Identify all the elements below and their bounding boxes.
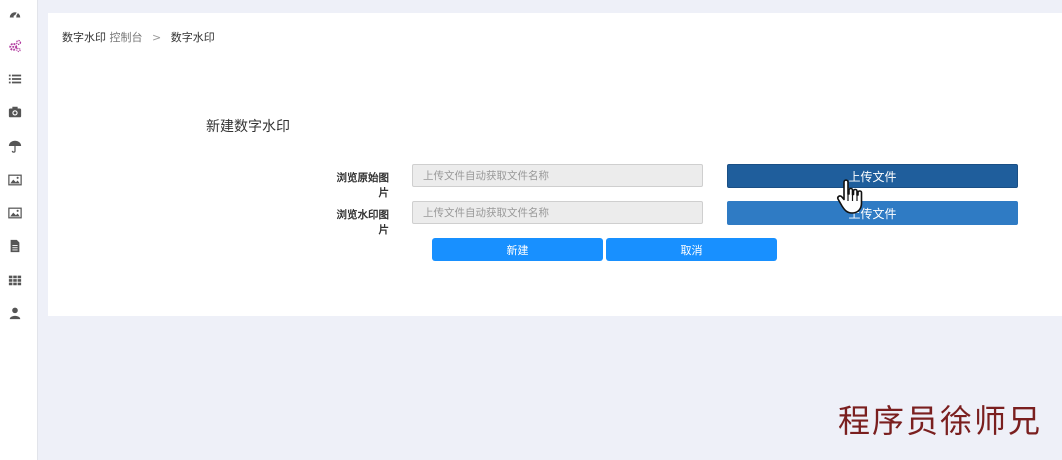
original-image-field[interactable] (412, 164, 703, 187)
breadcrumb-current: 数字水印 (170, 31, 215, 44)
top-strip (38, 0, 1062, 12)
breadcrumb-console[interactable]: 控制台 (110, 31, 143, 44)
watermark-image-field[interactable] (412, 201, 703, 224)
umbrella-icon[interactable] (7, 138, 23, 154)
original-image-label: 浏览原始图片 (336, 172, 390, 199)
upload-original-button[interactable]: 上传文件 (727, 164, 1018, 188)
main-panel: 数字水印 控制台 > 数字水印 新建数字水印 浏览原始图片 上传文件 浏览水印图… (48, 13, 1062, 316)
picture-icon[interactable] (7, 172, 23, 188)
cogs-icon[interactable] (7, 38, 23, 54)
watermark-image-label: 浏览水印图片 (336, 209, 390, 236)
cancel-button[interactable]: 取消 (606, 238, 777, 261)
create-button[interactable]: 新建 (432, 238, 603, 261)
breadcrumb: 数字水印 控制台 > 数字水印 (62, 29, 215, 45)
list-icon[interactable] (7, 71, 23, 87)
grid-icon[interactable] (7, 272, 23, 288)
camera-icon[interactable] (7, 104, 23, 120)
picture-icon-2[interactable] (7, 205, 23, 221)
user-icon[interactable] (7, 305, 23, 321)
breadcrumb-section[interactable]: 数字水印 (62, 31, 106, 44)
watermark-text: 程序员徐师兄 (837, 402, 1042, 440)
upload-watermark-button[interactable]: 上传文件 (727, 201, 1018, 225)
hand-cursor-icon (836, 178, 868, 216)
document-icon[interactable] (7, 238, 23, 254)
dashboard-icon[interactable] (7, 6, 23, 22)
form-title: 新建数字水印 (206, 119, 290, 135)
sidebar (0, 0, 38, 460)
breadcrumb-separator: > (152, 31, 162, 44)
